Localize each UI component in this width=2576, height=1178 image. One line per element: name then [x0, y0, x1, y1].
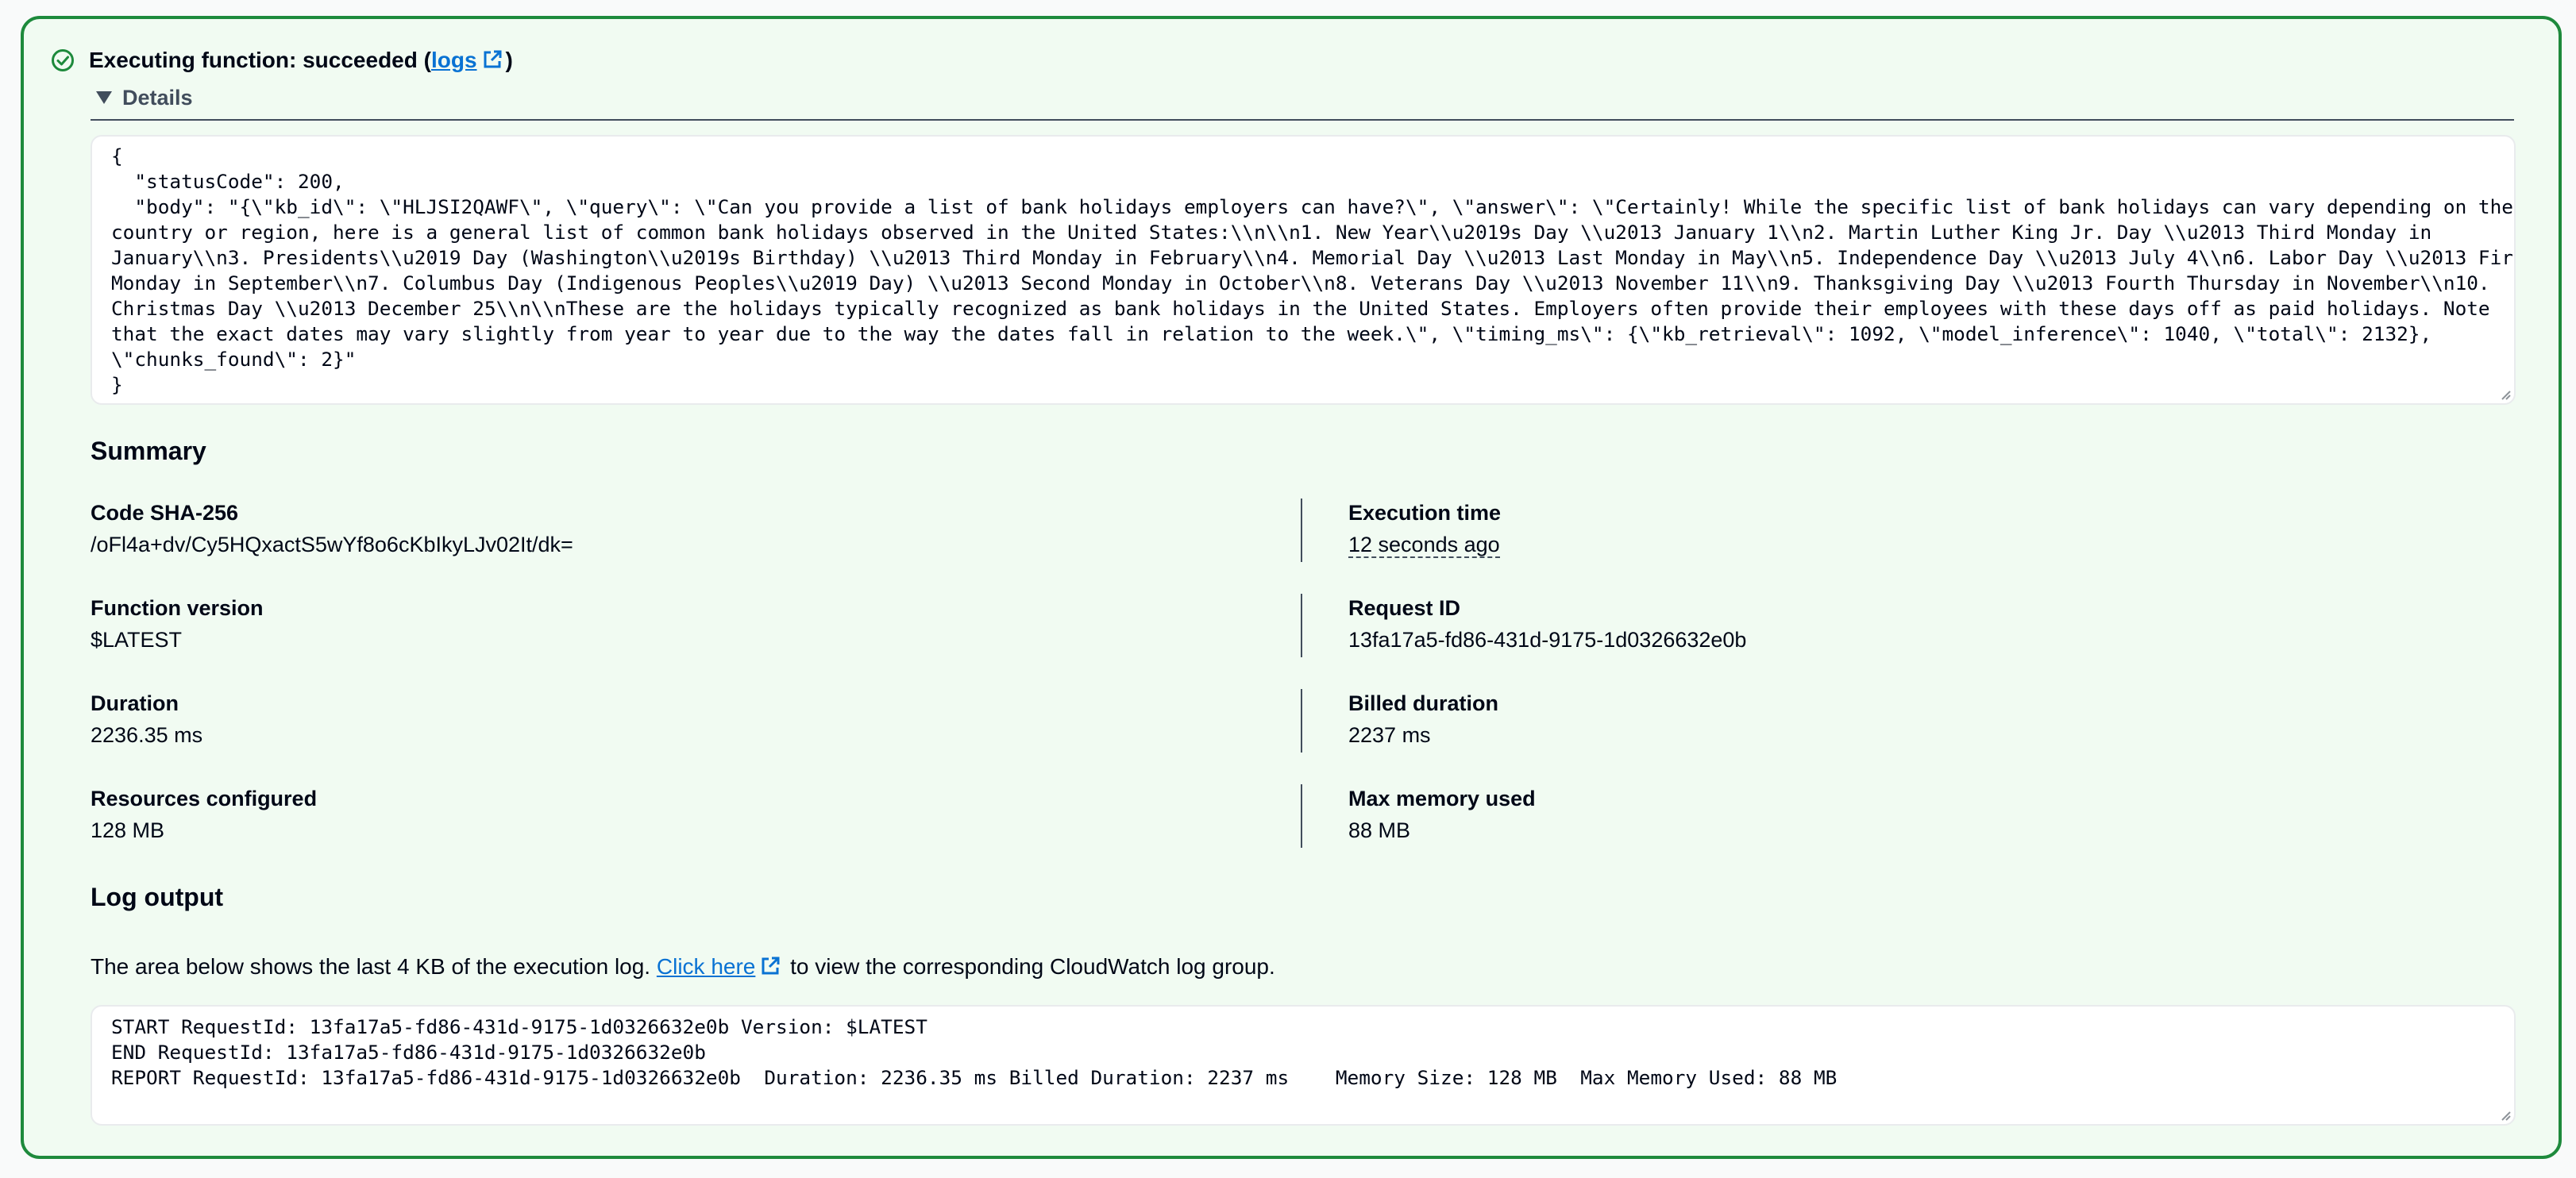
billed-duration-value: 2237 ms: [1348, 723, 1431, 747]
max-memory-field: Max memory used 88 MB: [1348, 784, 2555, 845]
request-id-label: Request ID: [1348, 596, 1461, 620]
max-memory-label: Max memory used: [1348, 787, 1536, 810]
caret-down-icon: [96, 91, 112, 104]
external-link-icon: [762, 957, 780, 975]
result-title: Executing function: succeeded (logs): [89, 48, 513, 72]
resize-handle-icon[interactable]: [2498, 387, 2511, 400]
log-description: The area below shows the last 4 KB of th…: [91, 954, 1275, 979]
response-json-text: { "statusCode": 200, "body": "{\"kb_id\"…: [111, 144, 2514, 396]
resources-value: 128 MB: [91, 818, 165, 842]
logs-link[interactable]: logs: [431, 48, 477, 72]
execution-time-field: Execution time 12 seconds ago: [1348, 499, 2555, 559]
request-id-value: 13fa17a5-fd86-431d-9175-1d0326632e0b: [1348, 628, 1747, 652]
function-version-value: $LATEST: [91, 628, 183, 652]
duration-label: Duration: [91, 691, 179, 715]
details-toggle[interactable]: Details: [91, 83, 2514, 121]
cloudwatch-link[interactable]: Click here: [657, 954, 755, 979]
summary-heading: Summary: [91, 437, 206, 465]
execution-result-panel: Executing function: succeeded (logs) Det…: [21, 16, 2562, 1159]
resources-field: Resources configured 128 MB: [91, 784, 1298, 845]
divider: [1301, 689, 1302, 753]
function-version-field: Function version $LATEST: [91, 594, 1298, 654]
duration-value: 2236.35 ms: [91, 723, 203, 747]
external-link-icon: [484, 50, 502, 68]
response-output[interactable]: { "statusCode": 200, "body": "{\"kb_id\"…: [91, 135, 2516, 405]
code-sha-value: /oFl4a+dv/Cy5HQxactS5wYf8o6cKbIkyLJv02It…: [91, 533, 573, 556]
request-id-field: Request ID 13fa17a5-fd86-431d-9175-1d032…: [1348, 594, 2555, 654]
code-sha-label: Code SHA-256: [91, 501, 239, 525]
result-header: Executing function: succeeded (logs): [51, 44, 513, 76]
execution-time-label: Execution time: [1348, 501, 1502, 525]
code-sha-field: Code SHA-256 /oFl4a+dv/Cy5HQxactS5wYf8o6…: [91, 499, 1298, 559]
billed-duration-field: Billed duration 2237 ms: [1348, 689, 2555, 749]
details-label: Details: [122, 86, 193, 110]
divider: [1301, 499, 1302, 562]
divider: [1301, 594, 1302, 657]
function-version-label: Function version: [91, 596, 264, 620]
resize-handle-icon[interactable]: [2498, 1108, 2511, 1121]
log-output-box[interactable]: START RequestId: 13fa17a5-fd86-431d-9175…: [91, 1005, 2516, 1126]
duration-field: Duration 2236.35 ms: [91, 689, 1298, 749]
log-text: START RequestId: 13fa17a5-fd86-431d-9175…: [111, 1015, 1838, 1089]
divider: [1301, 784, 1302, 848]
max-memory-value: 88 MB: [1348, 818, 1411, 842]
log-output-heading: Log output: [91, 883, 224, 911]
success-check-icon: [52, 49, 74, 71]
execution-time-value[interactable]: 12 seconds ago: [1348, 533, 1500, 558]
billed-duration-label: Billed duration: [1348, 691, 1498, 715]
resources-label: Resources configured: [91, 787, 318, 810]
